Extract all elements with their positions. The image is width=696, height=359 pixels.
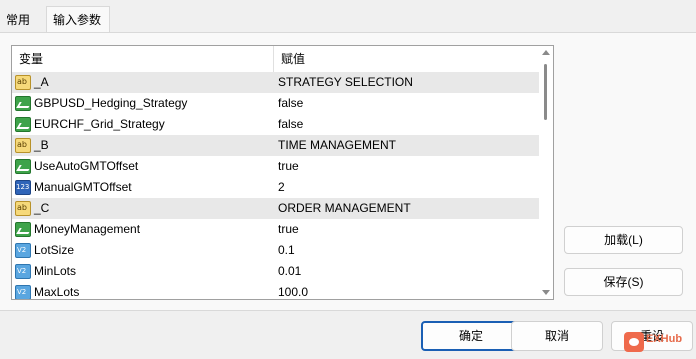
parameter-value[interactable]: false bbox=[278, 93, 533, 114]
bool-type-icon bbox=[15, 117, 31, 132]
column-header-value[interactable]: 赋值 bbox=[274, 46, 539, 72]
integer-type-icon bbox=[15, 180, 31, 195]
table-row[interactable]: UseAutoGMTOffset true bbox=[12, 156, 539, 177]
parameter-value[interactable]: ORDER MANAGEMENT bbox=[278, 198, 533, 219]
column-header-variable[interactable]: 变量 bbox=[12, 46, 274, 72]
parameter-name: _C bbox=[34, 201, 50, 215]
parameters-grid: 变量 赋值 _ASTRATEGY SELECTIONGBPUSD_Hedging… bbox=[11, 45, 554, 300]
watermark-logo-icon bbox=[624, 332, 644, 352]
parameter-name: ManualGMTOffset bbox=[34, 180, 132, 194]
parameter-name: _B bbox=[34, 138, 49, 152]
save-button[interactable]: 保存(S) bbox=[564, 268, 683, 296]
cancel-button[interactable]: 取消 bbox=[511, 321, 603, 351]
table-row[interactable]: _A STRATEGY SELECTION bbox=[12, 72, 539, 93]
string-type-icon bbox=[15, 138, 31, 153]
parameter-value[interactable]: 100.0 bbox=[278, 282, 533, 299]
bool-type-icon bbox=[15, 96, 31, 111]
table-row[interactable]: _C ORDER MANAGEMENT bbox=[12, 198, 539, 219]
parameter-name: MaxLots bbox=[34, 285, 80, 299]
tab-common[interactable]: 常用 bbox=[0, 9, 46, 32]
scroll-down-arrow-icon[interactable] bbox=[542, 290, 550, 295]
vertical-scrollbar[interactable] bbox=[539, 46, 553, 299]
tab-input-parameters[interactable]: 输入参数 bbox=[46, 6, 110, 33]
tab-bar: 常用 输入参数 bbox=[0, 0, 696, 33]
parameter-value[interactable]: true bbox=[278, 156, 533, 177]
string-type-icon bbox=[15, 75, 31, 90]
load-button[interactable]: 加载(L) bbox=[564, 226, 683, 254]
parameter-value[interactable]: true bbox=[278, 219, 533, 240]
parameter-name: _A bbox=[34, 75, 49, 89]
parameter-value[interactable]: 2 bbox=[278, 177, 533, 198]
parameter-value[interactable]: 0.01 bbox=[278, 261, 533, 282]
string-type-icon bbox=[15, 201, 31, 216]
watermark-text: EXHub bbox=[646, 333, 683, 345]
parameter-name: EURCHF_Grid_Strategy bbox=[34, 117, 165, 131]
parameter-value[interactable]: 0.1 bbox=[278, 240, 533, 261]
ok-button[interactable]: 确定 bbox=[421, 321, 521, 351]
double-type-icon bbox=[15, 285, 31, 299]
double-type-icon bbox=[15, 243, 31, 258]
table-row[interactable]: GBPUSD_Hedging_Strategy false bbox=[12, 93, 539, 114]
table-row[interactable]: _B TIME MANAGEMENT bbox=[12, 135, 539, 156]
bool-type-icon bbox=[15, 222, 31, 237]
parameter-name: MoneyManagement bbox=[34, 222, 141, 236]
parameter-name: LotSize bbox=[34, 243, 75, 257]
scrollbar-thumb[interactable] bbox=[544, 64, 547, 120]
grid-header: 变量 赋值 bbox=[12, 46, 539, 73]
parameter-name: UseAutoGMTOffset bbox=[34, 159, 139, 173]
parameter-value[interactable]: false bbox=[278, 114, 533, 135]
table-row[interactable]: MaxLots 100.0 bbox=[12, 282, 539, 299]
table-row[interactable]: ManualGMTOffset 2 bbox=[12, 177, 539, 198]
parameter-value[interactable]: TIME MANAGEMENT bbox=[278, 135, 533, 156]
table-row[interactable]: MoneyManagement true bbox=[12, 219, 539, 240]
table-row[interactable]: EURCHF_Grid_Strategy false bbox=[12, 114, 539, 135]
scroll-up-arrow-icon[interactable] bbox=[542, 50, 550, 55]
table-row[interactable]: MinLots 0.01 bbox=[12, 261, 539, 282]
parameter-name: GBPUSD_Hedging_Strategy bbox=[34, 96, 188, 110]
parameter-name: MinLots bbox=[34, 264, 77, 278]
bool-type-icon bbox=[15, 159, 31, 174]
table-row[interactable]: LotSize 0.1 bbox=[12, 240, 539, 261]
double-type-icon bbox=[15, 264, 31, 279]
grid-rows: _ASTRATEGY SELECTIONGBPUSD_Hedging_Strat… bbox=[12, 72, 539, 299]
parameter-value[interactable]: STRATEGY SELECTION bbox=[278, 72, 533, 93]
